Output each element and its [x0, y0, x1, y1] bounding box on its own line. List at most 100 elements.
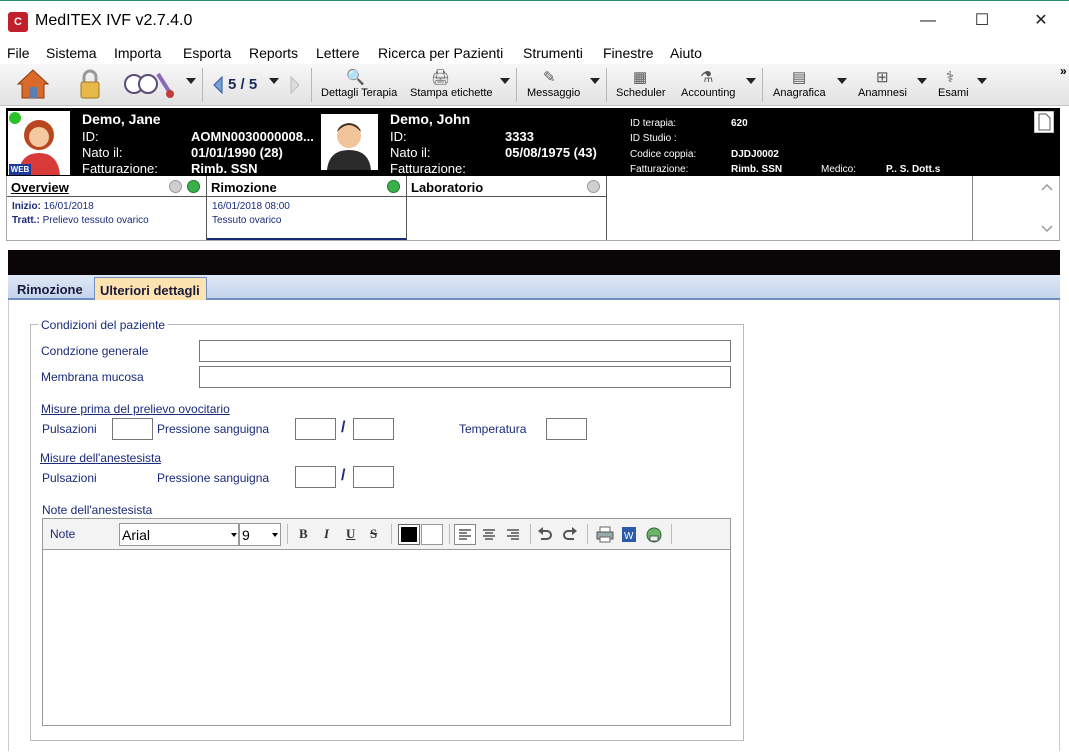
undo-icon[interactable]: [537, 527, 553, 541]
pulsazioni-label: Pulsazioni: [42, 422, 97, 436]
highlight-color-button[interactable]: [421, 524, 443, 545]
next-arrow-icon[interactable]: [289, 76, 301, 94]
menu-finestre[interactable]: Finestre: [603, 45, 654, 61]
font-select[interactable]: Arial: [119, 523, 239, 546]
rimozione-column[interactable]: Rimozione 16/01/2018 08:00 Tessuto ovari…: [207, 176, 407, 240]
pressione-systolic-input[interactable]: [295, 418, 336, 440]
pressure-slash: /: [341, 419, 346, 436]
strikethrough-icon[interactable]: S: [370, 526, 377, 542]
treatment-overview-strip: Overview Inizio: 16/01/2018 Tratt.: Prel…: [6, 176, 1060, 241]
minimize-button[interactable]: —: [905, 7, 951, 35]
male-id-label: ID:: [390, 129, 407, 144]
patients-dropdown-arrow[interactable]: [186, 78, 196, 84]
home-icon[interactable]: [16, 67, 50, 101]
bold-icon[interactable]: B: [299, 526, 308, 542]
menu-bar: File Sistema Importa Esporta Reports Let…: [0, 42, 1069, 64]
esami-dropdown-arrow[interactable]: [977, 78, 987, 84]
scroll-down-icon[interactable]: [1041, 224, 1053, 234]
codice-coppia-value: DJDJ0002: [731, 149, 779, 160]
accounting-button[interactable]: Accounting: [681, 87, 735, 99]
anamnesi-icon: ⊞: [876, 69, 889, 86]
print-icon[interactable]: [596, 526, 614, 543]
menu-strumenti[interactable]: Strumenti: [523, 45, 583, 61]
male-patient-name[interactable]: Demo, John: [390, 111, 470, 127]
word-export-icon[interactable]: W: [621, 526, 637, 543]
female-patient-name[interactable]: Demo, Jane: [82, 111, 161, 127]
redo-icon[interactable]: [562, 527, 578, 541]
id-terapia-label: ID terapia:: [630, 118, 677, 129]
tratt-value: Prelievo tessuto ovarico: [42, 215, 149, 226]
anagrafica-icon: ▤: [792, 69, 807, 86]
size-select[interactable]: 9: [239, 523, 281, 546]
membrana-input[interactable]: [199, 366, 731, 388]
page-dropdown-arrow[interactable]: [269, 78, 279, 84]
menu-lettere[interactable]: Lettere: [316, 45, 360, 61]
tab-rimozione[interactable]: Rimozione: [12, 277, 94, 300]
anagrafica-button[interactable]: Anagrafica: [773, 87, 826, 99]
anamnesi-dropdown-arrow[interactable]: [917, 78, 927, 84]
stampa-etichette-button[interactable]: Stampa etichette: [410, 87, 493, 99]
prev-arrow-icon[interactable]: [212, 76, 224, 94]
print-labels-icon: 🖨: [431, 69, 451, 86]
tab-ulteriori-dettagli[interactable]: Ulteriori dettagli: [94, 277, 207, 300]
underline-icon[interactable]: U: [346, 526, 355, 542]
align-center-icon[interactable]: [480, 524, 498, 545]
menu-reports[interactable]: Reports: [249, 45, 298, 61]
pressione-anest-diastolic-input[interactable]: [353, 466, 394, 488]
female-dob-value: 01/01/1990 (28): [191, 145, 283, 160]
menu-file[interactable]: File: [7, 45, 30, 61]
female-dob-label: Nato il:: [82, 145, 123, 160]
menu-sistema[interactable]: Sistema: [46, 45, 97, 61]
status-grey-icon: [587, 180, 600, 193]
note-textarea[interactable]: [43, 550, 730, 725]
toolbar-separator: [516, 68, 517, 102]
editor-toolbar: Note Arial 9 B I U S W: [43, 519, 730, 550]
overview-column[interactable]: Overview Inizio: 16/01/2018 Tratt.: Prel…: [7, 176, 207, 240]
dettagli-terapia-button[interactable]: Dettagli Terapia: [321, 87, 397, 99]
pressure-slash: /: [341, 467, 346, 484]
note-label: Note: [50, 527, 76, 541]
spellcheck-icon[interactable]: [645, 526, 663, 543]
close-button[interactable]: ✕: [1018, 7, 1064, 35]
condizione-input[interactable]: [199, 340, 731, 362]
italic-icon[interactable]: I: [324, 526, 329, 542]
message-icon: ✎: [543, 69, 556, 86]
patients-search-icon[interactable]: [122, 70, 178, 100]
medico-label: Medico:: [821, 164, 857, 175]
dettagli-terapia-icon: 🔍: [346, 69, 365, 86]
toolbar-separator: [391, 524, 392, 544]
pressione-diastolic-input[interactable]: [353, 418, 394, 440]
temperatura-input[interactable]: [546, 418, 587, 440]
menu-importa[interactable]: Importa: [114, 45, 161, 61]
scheduler-button[interactable]: Scheduler: [616, 87, 666, 99]
status-check-icon: [387, 180, 400, 193]
align-right-icon[interactable]: [504, 524, 522, 545]
pressione-anest-systolic-input[interactable]: [295, 466, 336, 488]
toolbar-overflow-button[interactable]: »: [1060, 64, 1067, 78]
menu-esporta[interactable]: Esporta: [183, 45, 231, 61]
messaggio-button[interactable]: Messaggio: [527, 87, 580, 99]
text-color-button[interactable]: [398, 524, 420, 545]
anagrafica-dropdown-arrow[interactable]: [837, 78, 847, 84]
therapy-billing-label: Fatturazione:: [630, 164, 689, 175]
maximize-button[interactable]: ☐: [959, 7, 1005, 35]
document-icon[interactable]: [1034, 111, 1054, 133]
laboratorio-column[interactable]: Laboratorio: [407, 176, 607, 240]
scroll-up-icon[interactable]: [1041, 182, 1053, 192]
messaggio-dropdown-arrow[interactable]: [590, 78, 600, 84]
esami-button[interactable]: Esami: [938, 87, 969, 99]
anamnesi-button[interactable]: Anamnesi: [858, 87, 907, 99]
note-editor: Note Arial 9 B I U S W: [42, 518, 731, 726]
menu-aiuto[interactable]: Aiuto: [670, 45, 702, 61]
overview-scrollbar[interactable]: [972, 176, 1060, 241]
accounting-dropdown-arrow[interactable]: [746, 78, 756, 84]
toolbar-separator: [449, 524, 450, 544]
rimozione-title: Rimozione: [211, 180, 277, 195]
menu-ricerca-pazienti[interactable]: Ricerca per Pazienti: [378, 45, 503, 61]
lock-icon[interactable]: [78, 68, 102, 100]
pressione-label: Pressione sanguigna: [157, 422, 270, 436]
stampa-dropdown-arrow[interactable]: [500, 78, 510, 84]
pulsazioni-input[interactable]: [112, 418, 153, 440]
male-billing-label: Fatturazione:: [390, 161, 466, 176]
align-left-icon[interactable]: [454, 524, 476, 545]
